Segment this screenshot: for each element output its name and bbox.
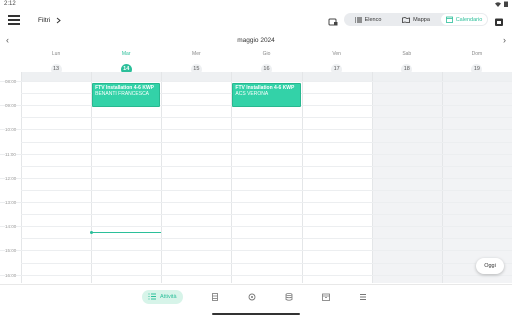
day-header-lun[interactable]: Lun 13	[21, 50, 91, 75]
home-indicator[interactable]	[212, 313, 300, 315]
all-day-cell[interactable]	[21, 72, 92, 81]
all-day-cell[interactable]	[371, 72, 442, 81]
menu-line-icon	[8, 15, 20, 17]
status-icons	[495, 1, 508, 7]
warehouse-icon	[212, 293, 218, 301]
bottom-nav-activities[interactable]: Attività	[142, 290, 183, 304]
top-bar: Filtri Elenco Mappa Calendario	[0, 10, 512, 32]
hour-line: 15:00	[0, 248, 512, 262]
bottom-nav-menu-lines[interactable]	[357, 290, 369, 304]
bottom-nav-database[interactable]	[283, 290, 295, 304]
hour-line: 10:00	[0, 127, 512, 141]
calendar-add-icon	[328, 18, 338, 26]
day-name: Mer	[192, 51, 201, 57]
all-day-cell[interactable]	[231, 72, 302, 81]
view-toggle: Elenco Mappa Calendario	[344, 13, 488, 26]
calendar-event[interactable]: FTV Installation 4-6 KWP BENANTI FRANCESC…	[92, 83, 161, 107]
calendar-icon	[445, 16, 453, 23]
hour-label: 12:00	[5, 175, 17, 181]
hour-label: 09:00	[5, 103, 17, 109]
all-day-cell[interactable]	[91, 72, 162, 81]
hour-label: 11:00	[5, 151, 16, 157]
next-week-button[interactable]: ›	[503, 35, 506, 45]
half-hour-line	[21, 238, 512, 250]
status-bar: 2:12	[0, 0, 512, 10]
week-days-header: Lun 13 Mar 14 Mer 15 Gio 16 Ven 17 Sab 18 Dom 19	[21, 50, 512, 75]
chevron-right-icon	[56, 17, 62, 23]
hour-label: 10:00	[5, 127, 17, 133]
calendar-event[interactable]: FTV Installation 4-6 KWP ACS VERONA	[232, 83, 301, 107]
day-header-dom[interactable]: Dom 19	[442, 50, 512, 75]
hour-line: 11:00	[0, 151, 512, 166]
time-grid[interactable]: 08:00 09:00 10:00 11:00 12:00 13:00 14:00 15:00…	[0, 79, 512, 288]
day-name: Ven	[332, 51, 341, 57]
map-icon	[402, 16, 410, 23]
all-day-row	[21, 72, 512, 81]
menu-line-icon	[8, 19, 20, 21]
all-day-cell[interactable]	[441, 72, 512, 81]
day-name: Mar	[121, 51, 131, 57]
database-icon	[285, 293, 293, 301]
view-calendar-label: Calendario	[455, 16, 483, 23]
activities-icon	[148, 293, 156, 300]
menu-line-icon	[8, 23, 20, 25]
month-navigation: ‹ maggio 2024 ›	[0, 34, 512, 48]
calendar-add-button[interactable]	[328, 14, 338, 26]
hour-label: 13:00	[5, 200, 17, 205]
all-day-cell[interactable]	[161, 72, 232, 81]
bottom-nav-archive[interactable]	[320, 290, 332, 304]
list-icon	[354, 17, 362, 22]
status-time: 2:12	[4, 1, 16, 7]
day-header-gio[interactable]: Gio 16	[231, 50, 301, 75]
hour-label: 16:00	[5, 272, 17, 278]
battery-icon	[504, 1, 508, 7]
month-title: maggio 2024	[237, 37, 275, 44]
hour-label: 15:00	[5, 248, 17, 254]
half-hour-line	[21, 165, 512, 178]
bottom-navigation: Attività	[0, 284, 512, 308]
half-hour-line	[21, 214, 512, 226]
calendar-today-icon	[495, 18, 503, 26]
day-header-sab[interactable]: Sab 18	[372, 50, 442, 75]
archive-icon	[322, 293, 330, 301]
filter-button[interactable]: Filtri	[38, 14, 62, 26]
day-header-ven[interactable]: Ven 17	[302, 50, 372, 75]
half-hour-line	[21, 262, 512, 275]
hour-line: 14:00	[0, 224, 512, 238]
event-subtitle: BENANTI FRANCESCA	[95, 91, 150, 97]
day-name: Lun	[51, 51, 61, 57]
day-name: Dom	[471, 51, 483, 57]
bottom-nav-label: Attività	[160, 294, 177, 300]
view-calendar-button[interactable]: Calendario	[441, 14, 487, 25]
half-hour-line	[21, 189, 512, 202]
menu-lines-icon	[360, 294, 366, 300]
view-map-button[interactable]: Mappa	[393, 14, 439, 25]
view-list-button[interactable]: Elenco	[345, 14, 391, 25]
hour-line: 12:00	[0, 175, 512, 190]
half-hour-line	[21, 141, 512, 154]
view-list-label: Elenco	[364, 16, 382, 23]
view-map-label: Mappa	[413, 16, 430, 23]
hamburger-menu-button[interactable]	[8, 15, 20, 25]
filter-label: Filtri	[38, 16, 51, 24]
today-calendar-button[interactable]	[494, 14, 504, 26]
bottom-nav-warehouse[interactable]	[209, 290, 221, 304]
event-subtitle: ACS VERONA	[235, 91, 269, 97]
current-time-line	[91, 232, 162, 233]
settings-icon	[248, 293, 256, 301]
all-day-cell[interactable]	[301, 72, 372, 81]
day-header-mar[interactable]: Mar 14	[91, 50, 161, 75]
hour-line: 13:00	[0, 200, 512, 214]
day-name: Gio	[262, 51, 271, 57]
half-hour-line	[21, 117, 512, 129]
day-header-mer[interactable]: Mer 15	[161, 50, 231, 75]
bottom-nav-settings[interactable]	[246, 290, 258, 304]
day-name: Sab	[402, 51, 412, 57]
today-button[interactable]: Oggi	[476, 258, 504, 274]
wifi-icon	[495, 1, 501, 7]
hour-label: 14:00	[5, 224, 17, 230]
hour-label: 08:00	[5, 79, 17, 84]
